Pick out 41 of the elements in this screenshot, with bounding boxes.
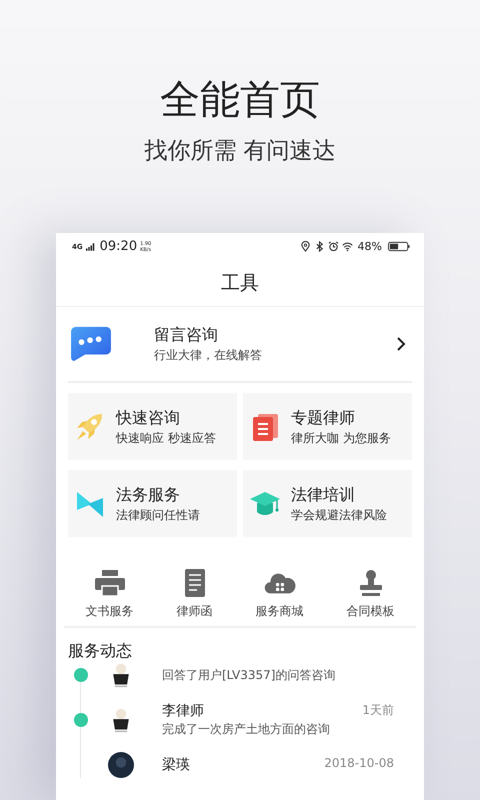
lawyer-name: 梁瑛 (162, 756, 190, 774)
screen-title: 工具 (221, 271, 259, 296)
service-subtitle: 学会规避法律风险 (291, 506, 387, 524)
service-card[interactable]: 快速咨询 快速响应 秒速应答 (68, 393, 237, 460)
consult-row[interactable]: 留言咨询 行业大律，在线解答 (68, 307, 412, 383)
timestamp: 1天前 (362, 702, 394, 719)
chevron-right-icon (396, 336, 406, 352)
avatar-icon (108, 752, 134, 778)
activity-text: 完成了一次房产土地方面的咨询 (162, 721, 331, 738)
promo-title: 全能首页 (160, 76, 320, 124)
service-title: 法律培训 (291, 484, 356, 506)
bluetooth-icon (314, 241, 325, 252)
service-subtitle: 法律顾问任性请 (116, 506, 200, 524)
signal-icon (86, 242, 95, 250)
tool-item[interactable]: 文书服务 (86, 569, 134, 620)
activity-text: 回答了用户[LV3357]的问答咨询 (162, 667, 336, 684)
service-card[interactable]: 法律培训 学会规避法律风险 (243, 470, 412, 537)
timestamp: 2018-10-08 (324, 756, 394, 772)
consult-title: 留言咨询 (154, 324, 219, 346)
tool-item[interactable]: 律师函 (176, 569, 212, 620)
battery-percent: 48% (358, 240, 382, 253)
service-title: 快速咨询 (116, 406, 181, 428)
clock-time: 09:20 (100, 239, 138, 254)
alarm-icon (328, 241, 339, 252)
location-icon (300, 241, 311, 252)
tool-item[interactable]: 合同模板 (346, 569, 394, 620)
service-card[interactable]: 专题律师 律所大咖 为您服务 (243, 393, 412, 460)
consult-subtitle: 行业大律，在线解答 (154, 347, 263, 364)
service-subtitle: 快速响应 秒速应答 (116, 430, 216, 446)
tool-item[interactable]: 服务商城 (256, 569, 304, 620)
chat-bubble-icon (70, 325, 112, 363)
promo-subtitle: 找你所需 有问速达 (144, 137, 336, 166)
section-title: 服务动态 (68, 640, 133, 662)
wifi-icon (342, 241, 353, 252)
service-card[interactable]: 法务服务 法律顾问任性请 (68, 470, 237, 537)
service-subtitle: 律所大咖 为您服务 (291, 430, 391, 446)
printer-icon (94, 569, 126, 597)
battery-icon (388, 241, 410, 252)
lawyer-name: 李律师 (162, 702, 204, 720)
service-title: 专题律师 (291, 406, 356, 428)
service-title: 法务服务 (116, 484, 181, 506)
